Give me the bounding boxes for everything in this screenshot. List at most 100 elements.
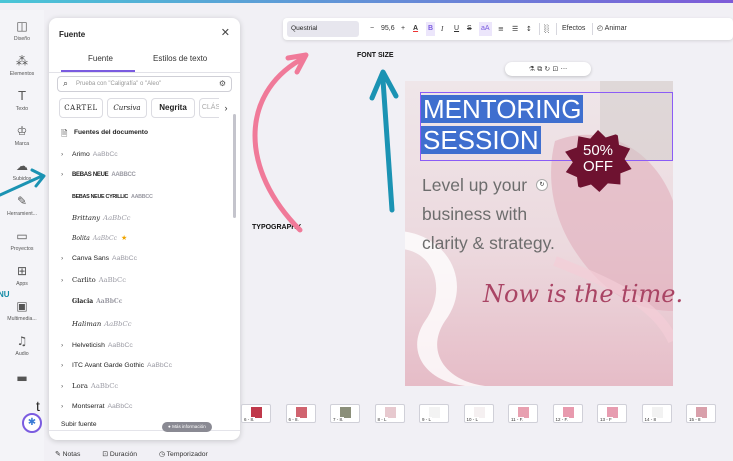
upload-font-button[interactable]: Subir fuente: [61, 421, 97, 428]
bold-button[interactable]: B: [426, 22, 436, 36]
rail-item-proyectos[interactable]: ▭ Proyectos: [0, 228, 44, 252]
thumbnail-label: 6 - 8.: [243, 417, 256, 422]
page-thumbnail[interactable]: 14 - 8: [641, 404, 672, 423]
thumbnail-label: 10 - L: [465, 417, 480, 422]
font-list-item[interactable]: Glacia AaBbCc: [61, 298, 122, 305]
rail-item-marca[interactable]: ♔ Marca: [0, 123, 44, 147]
chevron-right-icon[interactable]: ›: [61, 342, 72, 349]
brand-icon: ♔: [16, 124, 28, 138]
search-icon: ⌕: [63, 78, 69, 88]
timer-button[interactable]: ◷ Temporizador: [159, 451, 218, 458]
font-list-item[interactable]: Brittany AaBbCc: [61, 214, 130, 222]
chevron-right-icon[interactable]: ›: [61, 151, 72, 158]
effects-button[interactable]: Efectos: [562, 22, 585, 36]
tab-estilos-de-texto[interactable]: Estilos de texto: [153, 54, 207, 63]
design-title-line-1[interactable]: MENTORING: [421, 95, 584, 123]
font-list-item[interactable]: › Helveticish AaBbCc: [61, 342, 133, 349]
rail-item-label: Audio: [15, 351, 29, 357]
font-sample: AaBbCc: [103, 214, 131, 222]
chevron-right-icon[interactable]: ›: [61, 383, 72, 390]
rotate-handle-icon[interactable]: ↻: [536, 179, 548, 191]
design-body-line-2[interactable]: business with: [422, 204, 527, 225]
font-name: Canva Sans: [72, 255, 110, 262]
text-color-button[interactable]: A: [413, 22, 418, 36]
panel-scrollbar[interactable]: [233, 114, 236, 218]
page-thumbnail[interactable]: 12 - F.: [552, 404, 583, 423]
font-list-item[interactable]: BEBAS NEUE CYRILLIC AABBCC: [61, 193, 153, 200]
page-thumbnail[interactable]: 6 - 8.: [241, 404, 271, 423]
underline-button[interactable]: U: [454, 22, 459, 36]
page-thumbnail[interactable]: 10 - L: [463, 404, 494, 423]
font-list-item[interactable]: › ITC Avant Garde Gothic AaBbCc: [61, 362, 172, 369]
page-thumbnail[interactable]: 6 - 8.: [285, 404, 316, 423]
design-title-line-2[interactable]: SESSION: [421, 126, 541, 154]
font-list-item[interactable]: › Canva Sans AaBbCc: [61, 255, 137, 262]
rail-item-subidos[interactable]: ☁ Subidos: [0, 158, 44, 182]
rail-item-dise-o[interactable]: ◫ Diseño: [0, 18, 44, 42]
more-info-button[interactable]: ● Más información: [162, 422, 212, 432]
panel-title: Fuente: [59, 30, 86, 39]
element-mini-toolbar[interactable]: ⚗ ⧉ ↻ ⊡ ···: [505, 62, 591, 76]
notes-button[interactable]: ✎ Notas: [55, 451, 90, 458]
chip-negrita[interactable]: Negrita: [151, 98, 195, 118]
transparency-icon[interactable]: ░: [544, 22, 549, 36]
page-thumbnail[interactable]: 7 - 8.: [330, 404, 360, 423]
page-thumbnail[interactable]: 11 - F.: [508, 404, 538, 423]
design-body-line-1[interactable]: Level up your: [422, 175, 527, 196]
page-thumbnail[interactable]: 15 - 8: [686, 404, 716, 423]
chevron-right-icon[interactable]: ›: [61, 277, 72, 284]
filter-icon[interactable]: ⚙: [219, 79, 226, 88]
font-sample: AABBCC: [131, 194, 153, 200]
page-thumbnail[interactable]: 13 - F: [597, 404, 627, 423]
font-list-item[interactable]: › BEBAS NEUE AABBCC: [61, 171, 136, 178]
strikethrough-button[interactable]: S: [467, 22, 472, 36]
design-script-text[interactable]: Now is the time.: [483, 280, 683, 308]
rail-item-herramient[interactable]: ✎ Herramient...: [0, 193, 44, 217]
font-list-item[interactable]: Bolita AaBbCc ★: [61, 234, 127, 242]
chip-cartel[interactable]: CARTEL: [59, 98, 103, 118]
spacing-icon[interactable]: ↕: [526, 22, 532, 36]
rail-item-audio[interactable]: ♫ Audio: [0, 333, 44, 357]
design-body-line-3[interactable]: clarity & strategy.: [422, 233, 555, 254]
font-list-item[interactable]: Haliman AaBbCc: [61, 320, 132, 328]
decrease-size-button[interactable]: −: [370, 22, 374, 36]
font-size-input[interactable]: 95,6: [381, 22, 395, 36]
magic-assistant-button[interactable]: ✱: [22, 413, 42, 433]
rail-item-multimedia[interactable]: ▣ Multimedia...: [0, 298, 44, 322]
rail-item-more[interactable]: ▬: [0, 370, 44, 386]
rail-item-elementos[interactable]: ⁂ Elementos: [0, 53, 44, 77]
page-thumbnail[interactable]: 9 - L: [419, 404, 449, 423]
chevron-right-icon[interactable]: ›: [61, 403, 72, 410]
rail-item-apps[interactable]: ⊞ Apps: [0, 263, 44, 287]
font-list-item[interactable]: › Lora AaBbCc: [61, 382, 118, 390]
rail-item-label: Diseño: [13, 36, 31, 42]
font-search-input[interactable]: ⌕ Prueba con "Caligrafía" o "Aleo" ⚙: [57, 76, 232, 92]
font-list-item[interactable]: › Montserrat AaBbCc: [61, 403, 132, 410]
chevron-right-icon[interactable]: ›: [219, 98, 233, 118]
italic-button[interactable]: I: [441, 22, 443, 36]
font-family-select[interactable]: Questrial: [287, 21, 359, 37]
align-icon[interactable]: ≡: [498, 22, 504, 36]
font-name: Montserrat: [72, 403, 105, 410]
media-icon: ▣: [16, 299, 28, 313]
font-list-item[interactable]: › Arimo AaBbCc: [61, 151, 118, 158]
chip-cursiva[interactable]: Cursiva: [107, 98, 147, 118]
font-list-item[interactable]: › Carlito AaBbCc: [61, 276, 126, 284]
font-sample: AaBbCc: [107, 342, 133, 349]
audio-icon: ♫: [16, 334, 28, 348]
page-thumbnail[interactable]: 8 - L: [374, 404, 405, 423]
chevron-right-icon[interactable]: ›: [61, 362, 72, 369]
chevron-right-icon[interactable]: ›: [61, 255, 72, 262]
list-icon[interactable]: ☰: [512, 22, 518, 36]
thumbnail-label: 6 - 8.: [287, 417, 300, 422]
close-icon[interactable]: ✕: [221, 26, 230, 39]
font-name: BEBAS NEUE CYRILLIC: [72, 194, 128, 200]
chevron-right-icon[interactable]: ›: [61, 171, 72, 178]
animate-button[interactable]: ◴ Animar: [597, 22, 627, 36]
duration-button[interactable]: ⊡ Duración: [102, 451, 147, 458]
folder-icon: ▭: [16, 229, 28, 243]
increase-size-button[interactable]: +: [401, 22, 405, 36]
tab-fuente[interactable]: Fuente: [88, 54, 113, 63]
rail-item-texto[interactable]: T Texto: [0, 88, 44, 112]
letter-case-button[interactable]: aA: [479, 22, 492, 36]
